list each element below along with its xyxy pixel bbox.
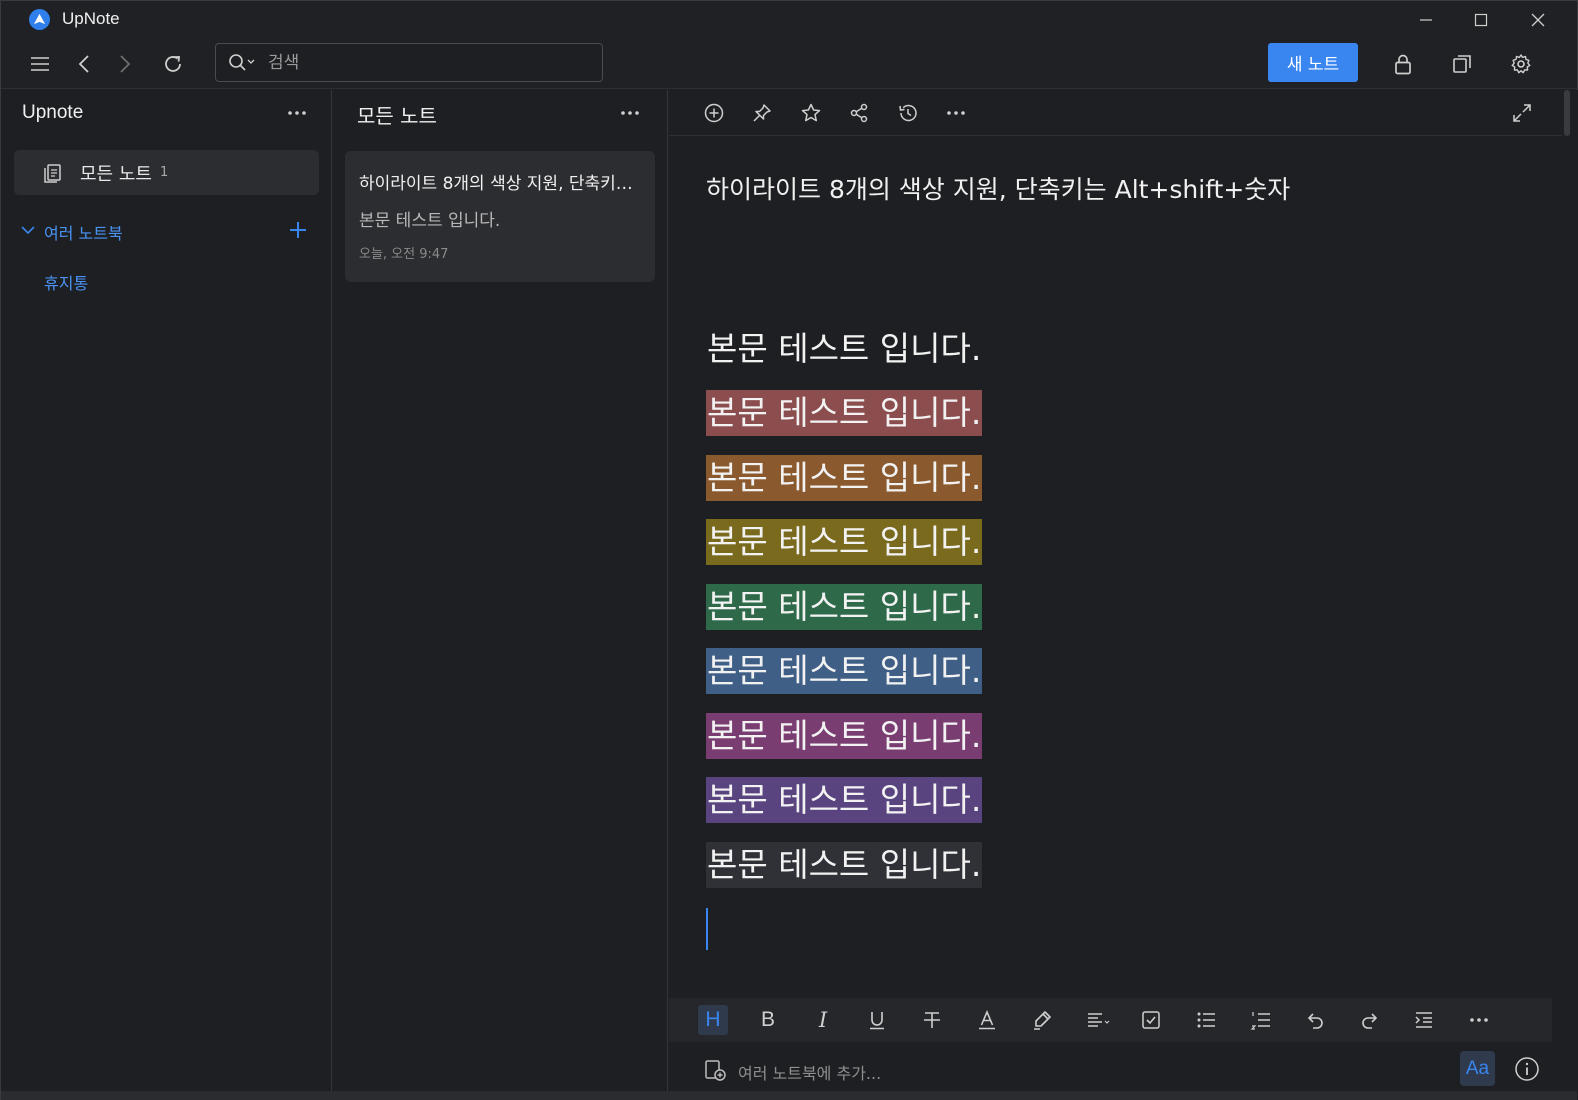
chevron-down-icon[interactable] (20, 222, 36, 238)
search-input[interactable] (268, 50, 588, 76)
editor-scrollbar[interactable] (1562, 90, 1578, 1100)
info-icon[interactable] (1514, 1056, 1540, 1082)
lock-icon[interactable] (1388, 49, 1418, 79)
highlight-paragraph-gray[interactable]: 본문 테스트 입니다. (706, 842, 983, 888)
note-card[interactable]: 하이라이트 8개의 색상 지원, 단축키는 Alt+shift+숫자 본문 테스… (345, 151, 655, 282)
add-to-notebook-placeholder[interactable]: 여러 노트북에 추가... (738, 1060, 881, 1084)
highlight-paragraph-blue[interactable]: 본문 테스트 입니다. (706, 648, 983, 694)
add-to-notebook-icon[interactable] (703, 1058, 727, 1082)
text-color-icon (979, 1009, 995, 1030)
redo-icon (1362, 1013, 1378, 1029)
search-icon (228, 53, 258, 73)
refresh-icon[interactable] (158, 49, 188, 79)
bold-button[interactable]: B (753, 1005, 783, 1035)
bullet-list-icon (1197, 1012, 1215, 1028)
checkbox-icon (1142, 1011, 1160, 1029)
pin-icon[interactable] (749, 100, 775, 126)
numbered-list-button[interactable] (1246, 1005, 1276, 1035)
align-left-icon (1088, 1013, 1110, 1027)
menu-hamburger-icon[interactable] (25, 49, 55, 79)
bullet-list-button[interactable] (1191, 1005, 1221, 1035)
search-box[interactable] (215, 43, 603, 82)
notes-stack-icon (42, 162, 64, 184)
text-caret (706, 908, 708, 950)
sidebar: Upnote 모든 노트 1 여러 노트북 휴지통 (2, 90, 332, 1100)
note-card-preview: 본문 테스트 입니다. (359, 211, 501, 231)
app-title: UpNote (62, 9, 120, 28)
strikethrough-button[interactable] (917, 1005, 947, 1035)
italic-i-icon: I (818, 1008, 828, 1032)
indent-button[interactable] (1409, 1005, 1439, 1035)
editor-panel: 하이라이트 8개의 색상 지원, 단축키는 Alt+shift+숫자 본문 테스… (669, 90, 1562, 1100)
highlight-paragraph-green[interactable]: 본문 테스트 입니다. (706, 584, 983, 630)
star-icon[interactable] (798, 100, 824, 126)
format-more-icon[interactable] (1464, 1005, 1494, 1035)
all-notes-label: 모든 노트 (80, 164, 152, 185)
font-settings-button[interactable]: Aa (1460, 1051, 1495, 1086)
undo-icon (1307, 1013, 1323, 1029)
highlight-button[interactable] (1027, 1005, 1057, 1035)
settings-gear-icon[interactable] (1506, 49, 1536, 79)
highlight-paragraph-yellow[interactable]: 본문 테스트 입니다. (706, 519, 983, 565)
editor-more-icon[interactable] (943, 100, 969, 126)
highlight-paragraph-red[interactable]: 본문 테스트 입니다. (706, 390, 983, 436)
title-bar: UpNote (1, 1, 1577, 38)
main-toolbar: 새 노트 (1, 38, 1577, 89)
highlight-paragraph-orange[interactable]: 본문 테스트 입니다. (706, 455, 983, 501)
scrollbar-thumb[interactable] (1564, 90, 1570, 136)
history-icon[interactable] (895, 100, 921, 126)
note-list-panel: 모든 노트 하이라이트 8개의 색상 지원, 단축키는 Alt+shift+숫자… (333, 90, 668, 1100)
editor-toolbar (669, 90, 1562, 136)
note-list-more-icon[interactable] (615, 103, 645, 123)
align-button[interactable] (1081, 1005, 1115, 1035)
underline-icon (870, 1012, 884, 1030)
bold-b-icon: B (760, 1008, 775, 1031)
strikethrough-icon (924, 1012, 940, 1028)
heading-button[interactable]: H (698, 1005, 728, 1035)
forward-arrow-icon[interactable] (109, 49, 139, 79)
new-window-icon[interactable] (1447, 49, 1477, 79)
maximize-button[interactable] (1453, 1, 1509, 38)
upnote-logo-icon (29, 9, 50, 30)
text-color-button[interactable] (972, 1005, 1002, 1035)
add-circle-icon[interactable] (701, 100, 727, 126)
numbered-list-icon (1250, 1012, 1270, 1030)
sidebar-item-notebooks[interactable]: 여러 노트북 (20, 218, 320, 244)
sidebar-more-icon[interactable] (282, 103, 312, 123)
sidebar-title: Upnote (22, 102, 84, 123)
redo-button[interactable] (1355, 1005, 1385, 1035)
highlight-paragraph-magenta[interactable]: 본문 테스트 입니다. (706, 713, 983, 759)
sidebar-item-all-notes[interactable]: 모든 노트 1 (14, 150, 319, 195)
all-notes-count: 1 (160, 165, 169, 180)
indent-icon (1415, 1012, 1432, 1028)
new-note-button[interactable]: 새 노트 (1268, 43, 1358, 82)
note-card-title: 하이라이트 8개의 색상 지원, 단축키는 Alt+shift+숫자 (359, 174, 645, 194)
note-card-date: 오늘, 오전 9:47 (359, 247, 449, 262)
highlight-paragraph-purple[interactable]: 본문 테스트 입니다. (706, 777, 983, 823)
note-list-title: 모든 노트 (357, 104, 437, 128)
share-icon[interactable] (846, 100, 872, 126)
app-window: UpNote 새 노트 (0, 0, 1578, 1100)
undo-button[interactable] (1300, 1005, 1330, 1035)
note-title[interactable]: 하이라이트 8개의 색상 지원, 단축키는 Alt+shift+숫자 (706, 170, 1290, 206)
expand-icon[interactable] (1509, 100, 1535, 126)
minimize-button[interactable] (1398, 1, 1454, 38)
window-bottom-edge (1, 1091, 1577, 1100)
underline-button[interactable] (862, 1005, 892, 1035)
body-paragraph[interactable]: 본문 테스트 입니다. (706, 326, 982, 372)
close-window-button[interactable] (1510, 1, 1566, 38)
heading-h-icon: H (705, 1008, 721, 1031)
checklist-button[interactable] (1136, 1005, 1166, 1035)
sidebar-item-trash[interactable]: 휴지통 (44, 270, 88, 294)
format-toolbar: H B I (669, 998, 1552, 1042)
italic-button[interactable]: I (808, 1005, 838, 1035)
notebooks-label: 여러 노트북 (44, 224, 123, 243)
back-arrow-icon[interactable] (70, 49, 100, 79)
add-notebook-plus-icon[interactable] (286, 218, 310, 242)
highlighter-icon (1034, 1011, 1051, 1030)
